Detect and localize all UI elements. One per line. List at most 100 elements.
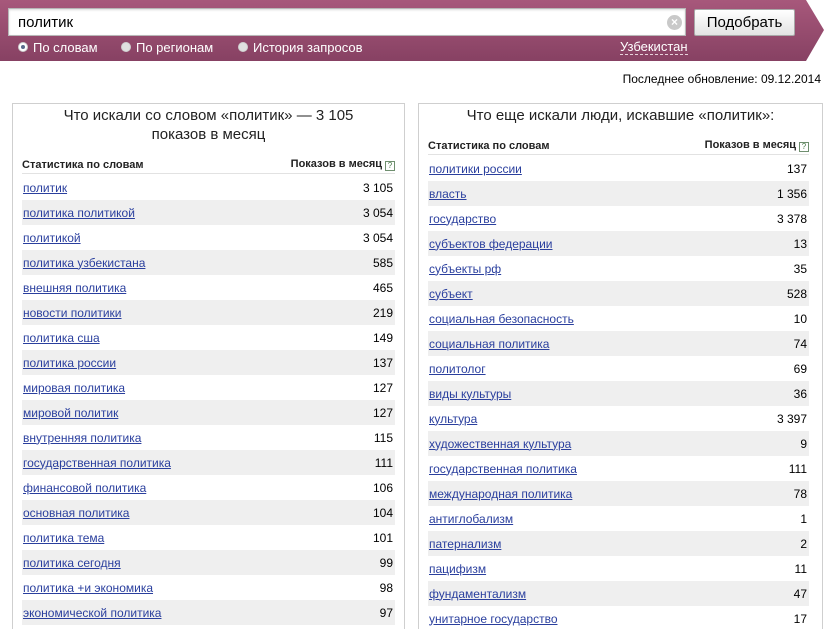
query-link[interactable]: власть	[429, 187, 467, 201]
query-link[interactable]: унитарное государство	[429, 612, 558, 626]
shows-count: 10	[793, 311, 807, 326]
shows-count: 106	[372, 480, 393, 495]
query-link[interactable]: субъект	[429, 287, 473, 301]
query-link[interactable]: политик	[23, 181, 67, 195]
col-shows-label: Показов в месяц	[704, 139, 796, 151]
shows-count: 219	[372, 305, 393, 320]
table-row: социальная безопасность 10	[428, 306, 809, 331]
shows-count: 13	[793, 236, 807, 251]
query-link[interactable]: основная политика	[23, 506, 129, 520]
related-table: политики россии 137 власть 1 356 государство…	[428, 156, 809, 629]
shows-count: 35	[793, 261, 807, 276]
shows-count: 137	[372, 355, 393, 370]
query-link[interactable]: финансовой политика	[23, 481, 146, 495]
search-input[interactable]	[9, 9, 659, 35]
table-header: Статистика по словам Показов в месяц?	[22, 156, 395, 174]
query-link[interactable]: политика тема	[23, 531, 104, 545]
table-row: фундаментализм 47	[428, 581, 809, 606]
query-link[interactable]: политика политикой	[23, 206, 135, 220]
table-row: виды культуры 36	[428, 381, 809, 406]
query-link[interactable]: фундаментализм	[429, 587, 526, 601]
query-link[interactable]: государственная политика	[23, 456, 171, 470]
clear-icon[interactable]: ×	[667, 15, 682, 30]
mode-label: История запросов	[253, 39, 363, 55]
help-icon[interactable]: ?	[385, 161, 395, 171]
query-link[interactable]: художественная культура	[429, 437, 571, 451]
table-header: Статистика по словам Показов в месяц?	[428, 137, 809, 155]
mode-by-regions-radio[interactable]: По регионам	[121, 39, 213, 55]
query-link[interactable]: политикой	[23, 231, 81, 245]
query-link[interactable]: патернализм	[429, 537, 501, 551]
shows-count: 1 356	[776, 186, 807, 201]
shows-count: 74	[793, 336, 807, 351]
words-panel: Что искали со словом «политик» — 3 105 п…	[12, 103, 405, 629]
help-icon[interactable]: ?	[799, 142, 809, 152]
query-link[interactable]: пацифизм	[429, 562, 486, 576]
table-row: экономической политика 97	[22, 600, 395, 625]
query-link[interactable]: политика сша	[23, 331, 100, 345]
submit-button[interactable]: Подобрать	[694, 9, 795, 36]
shows-count: 98	[379, 580, 393, 595]
mode-label: По регионам	[136, 39, 214, 55]
search-header: × Подобрать По словам По регионам Истори…	[0, 0, 833, 61]
query-link[interactable]: внешняя политика	[23, 281, 126, 295]
shows-count: 101	[372, 530, 393, 545]
search-field[interactable]: ×	[8, 8, 686, 36]
radio-icon	[238, 42, 248, 52]
query-link[interactable]: международная политика	[429, 487, 572, 501]
query-link[interactable]: государственная политика	[429, 462, 577, 476]
shows-count: 99	[379, 555, 393, 570]
shows-count: 17	[793, 611, 807, 626]
shows-count: 104	[372, 505, 393, 520]
query-link[interactable]: внутренняя политика	[23, 431, 141, 445]
query-link[interactable]: экономической политика	[23, 606, 161, 620]
shows-count: 9	[800, 436, 807, 451]
shows-count: 137	[786, 161, 807, 176]
shows-count: 127	[372, 380, 393, 395]
title-line: показов в месяц	[151, 126, 266, 143]
region-link[interactable]: Узбекистан	[620, 39, 688, 55]
query-link[interactable]: политика россии	[23, 356, 116, 370]
query-link[interactable]: мировая политика	[23, 381, 125, 395]
query-link[interactable]: антиглобализм	[429, 512, 513, 526]
query-link[interactable]: социальная безопасность	[429, 312, 574, 326]
shows-count: 465	[372, 280, 393, 295]
shows-count: 1	[800, 511, 807, 526]
table-row: новости политики 219	[22, 300, 395, 325]
table-row: политика узбекистана 585	[22, 250, 395, 275]
radio-selected-icon	[18, 42, 28, 52]
query-link[interactable]: субъекты рф	[429, 262, 501, 276]
table-row: политика +и экономика 98	[22, 575, 395, 600]
query-link[interactable]: новости политики	[23, 306, 122, 320]
table-row: унитарное государство 17	[428, 606, 809, 629]
related-panel: Что еще искали люди, искавшие «политик»:…	[418, 103, 823, 629]
query-link[interactable]: культура	[429, 412, 477, 426]
table-row: политика тема 101	[22, 525, 395, 550]
query-link[interactable]: социальная политика	[429, 337, 549, 351]
table-row: финансовой политика 106	[22, 475, 395, 500]
table-row: внутренняя политика 115	[22, 425, 395, 450]
query-link[interactable]: политолог	[429, 362, 486, 376]
table-row: антиглобализм 1	[428, 506, 809, 531]
shows-count: 585	[372, 255, 393, 270]
mode-by-words-radio[interactable]: По словам	[18, 39, 98, 55]
table-row: художественная культура 9	[428, 431, 809, 456]
table-row: субъекты рф 35	[428, 256, 809, 281]
table-row: политолог 69	[428, 356, 809, 381]
table-row: политик 3 105	[22, 175, 395, 200]
table-row: мировой политик 127	[22, 400, 395, 425]
table-row: основная политика 104	[22, 500, 395, 525]
table-row: государство 3 378	[428, 206, 809, 231]
mode-history-radio[interactable]: История запросов	[238, 39, 363, 55]
shows-count: 3 105	[362, 180, 393, 195]
query-link[interactable]: политика узбекистана	[23, 256, 145, 270]
query-link[interactable]: политики россии	[429, 162, 522, 176]
query-link[interactable]: мировой политик	[23, 406, 118, 420]
table-row: власть 1 356	[428, 181, 809, 206]
col-shows-header: Показов в месяц?	[705, 139, 809, 152]
query-link[interactable]: виды культуры	[429, 387, 511, 401]
query-link[interactable]: политика сегодня	[23, 556, 121, 570]
query-link[interactable]: политика +и экономика	[23, 581, 153, 595]
query-link[interactable]: государство	[429, 212, 496, 226]
query-link[interactable]: субъектов федерации	[429, 237, 553, 251]
